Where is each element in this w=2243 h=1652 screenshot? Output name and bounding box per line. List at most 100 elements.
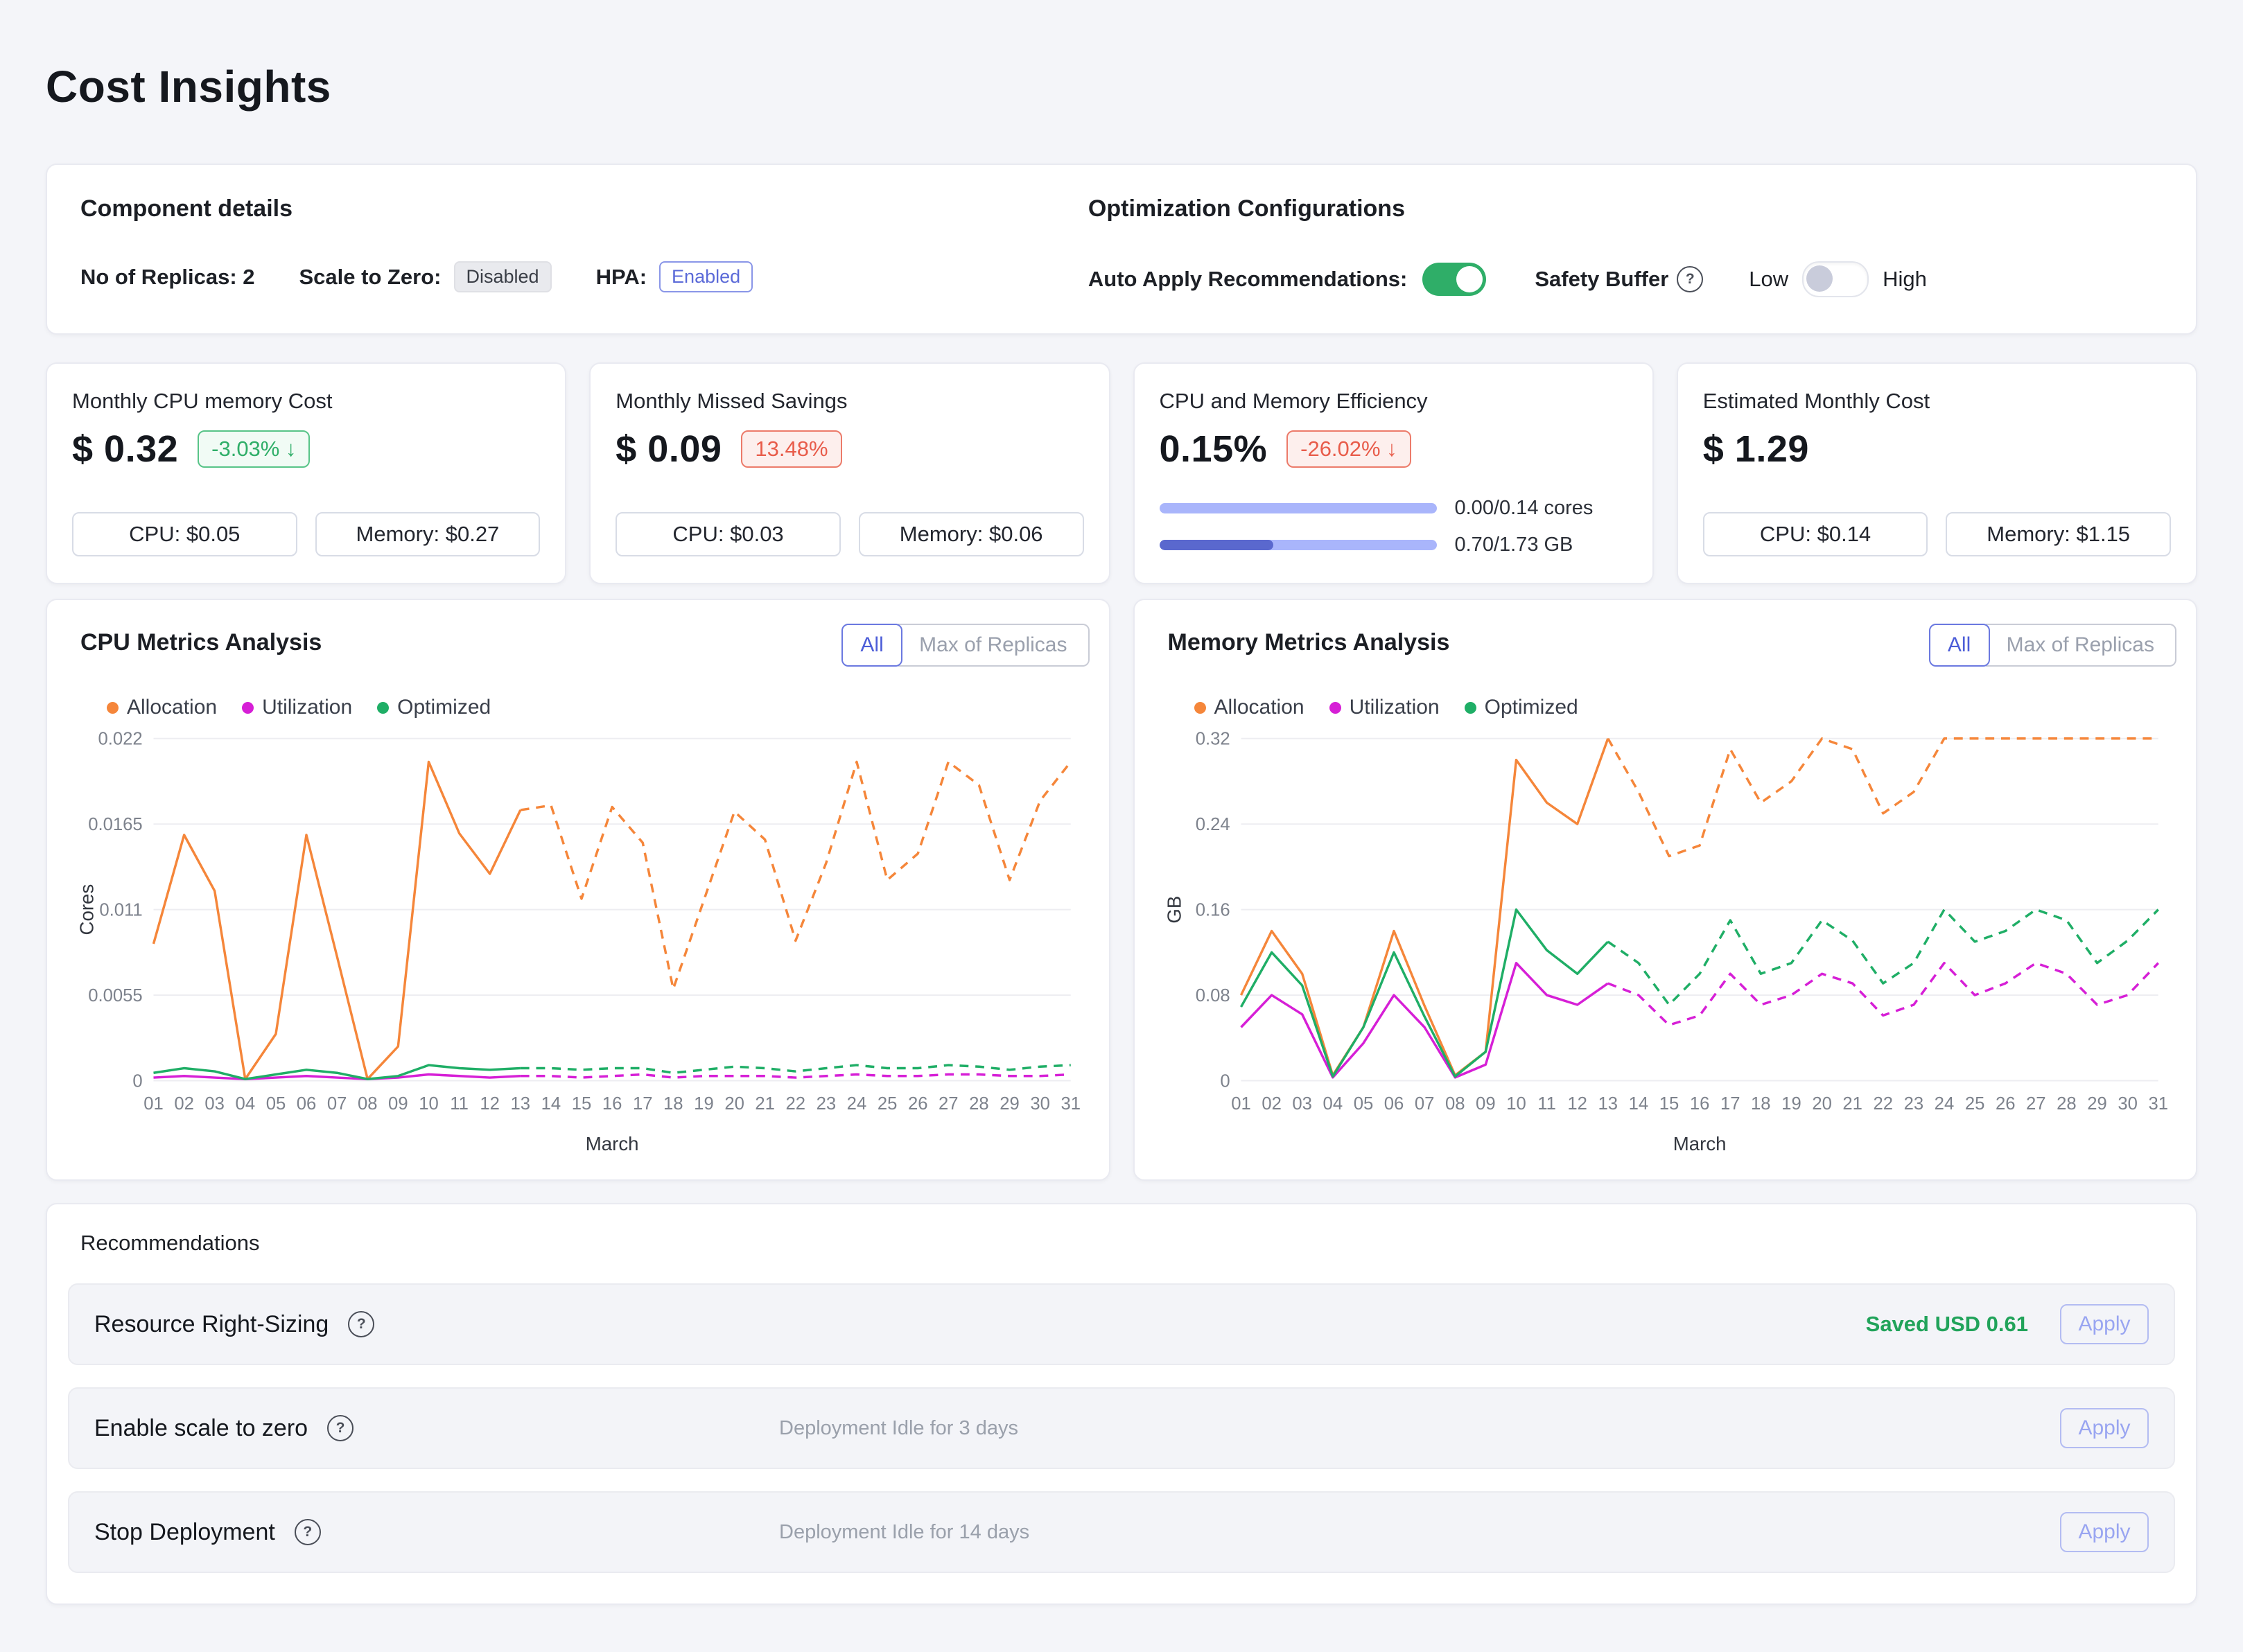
svg-text:10: 10 xyxy=(1506,1094,1526,1114)
svg-text:March: March xyxy=(586,1133,639,1154)
recommendation-row-stop-deployment: Stop Deployment ? Deployment Idle for 14… xyxy=(68,1491,2175,1573)
svg-text:23: 23 xyxy=(817,1094,837,1114)
svg-text:28: 28 xyxy=(2057,1094,2077,1114)
svg-text:0.0165: 0.0165 xyxy=(88,815,142,834)
svg-text:13: 13 xyxy=(1598,1094,1618,1114)
value-row: 0.15% -26.02% ↓ xyxy=(1160,428,1627,471)
safety-buffer-label: Safety Buffer xyxy=(1535,267,1668,292)
page-title: Cost Insights xyxy=(46,61,2197,112)
chart-header: Memory Metrics Analysis All Max of Repli… xyxy=(1154,624,2177,667)
apply-button[interactable]: Apply xyxy=(2060,1304,2149,1344)
svg-text:21: 21 xyxy=(1842,1094,1862,1114)
svg-text:01: 01 xyxy=(143,1094,164,1114)
split-row: CPU: $0.14 Memory: $1.15 xyxy=(1703,512,2171,556)
apply-button[interactable]: Apply xyxy=(2060,1408,2149,1448)
svg-text:31: 31 xyxy=(2148,1094,2168,1114)
svg-text:14: 14 xyxy=(541,1094,561,1114)
legend-label: Optimized xyxy=(397,696,491,719)
help-icon[interactable]: ? xyxy=(348,1311,374,1337)
split-row: CPU: $0.03 Memory: $0.06 xyxy=(616,512,1083,556)
svg-text:12: 12 xyxy=(1567,1094,1587,1114)
savings-value: $ 0.09 xyxy=(616,428,722,471)
trend-badge: -3.03% ↓ xyxy=(198,430,310,468)
svg-text:22: 22 xyxy=(1873,1094,1893,1114)
hpa-label: HPA: xyxy=(596,265,647,290)
svg-text:16: 16 xyxy=(1689,1094,1709,1114)
rec-title: Resource Right-Sizing xyxy=(94,1311,329,1338)
scale-to-zero-badge: Disabled xyxy=(454,261,552,292)
svg-text:07: 07 xyxy=(327,1094,347,1114)
chart-legend: Allocation Utilization Optimized xyxy=(1194,696,2177,719)
tab-all[interactable]: All xyxy=(1929,624,1990,667)
memory-chart-view-toggle: All Max of Replicas xyxy=(1929,624,2176,667)
svg-text:20: 20 xyxy=(1812,1094,1832,1114)
tab-max-of-replicas[interactable]: Max of Replicas xyxy=(898,624,1089,667)
estimated-cost-value: $ 1.29 xyxy=(1703,428,1809,471)
apply-button[interactable]: Apply xyxy=(2060,1512,2149,1552)
memory-cost-box: Memory: $0.27 xyxy=(315,512,541,556)
high-label: High xyxy=(1883,267,1927,292)
svg-text:07: 07 xyxy=(1414,1094,1434,1114)
legend-optimized: Optimized xyxy=(1465,696,1578,719)
gb-progress-fill xyxy=(1160,540,1273,550)
svg-text:11: 11 xyxy=(1537,1094,1556,1114)
memory-metrics-card: Memory Metrics Analysis All Max of Repli… xyxy=(1133,599,2198,1181)
gb-progress-bar xyxy=(1160,540,1437,550)
safety-buffer-group: Safety Buffer ? xyxy=(1535,266,1703,292)
card-title: Estimated Monthly Cost xyxy=(1703,389,2171,414)
component-details-row: No of Replicas: 2 Scale to Zero: Disable… xyxy=(80,261,1080,292)
svg-text:22: 22 xyxy=(786,1094,806,1114)
cores-bar-row: 0.00/0.14 cores xyxy=(1160,497,1627,520)
svg-text:30: 30 xyxy=(2118,1094,2138,1114)
svg-text:17: 17 xyxy=(1720,1094,1740,1114)
svg-text:26: 26 xyxy=(1995,1094,2015,1114)
utilization-dot-icon xyxy=(1329,702,1341,714)
svg-text:03: 03 xyxy=(204,1094,225,1114)
svg-text:25: 25 xyxy=(1964,1094,1984,1114)
svg-text:18: 18 xyxy=(1751,1094,1771,1114)
details-config-card: Component details No of Replicas: 2 Scal… xyxy=(46,164,2197,335)
cpu-cost-box: CPU: $0.05 xyxy=(72,512,297,556)
legend-utilization: Utilization xyxy=(1329,696,1440,719)
estimated-monthly-cost-card: Estimated Monthly Cost $ 1.29 CPU: $0.14… xyxy=(1677,362,2197,584)
svg-text:0.022: 0.022 xyxy=(98,730,142,749)
svg-text:16: 16 xyxy=(602,1094,622,1114)
efficiency-bars: 0.00/0.14 cores 0.70/1.73 GB xyxy=(1160,497,1627,556)
svg-text:24: 24 xyxy=(1934,1094,1954,1114)
rec-right: Apply xyxy=(2028,1512,2149,1552)
monthly-missed-savings-card: Monthly Missed Savings $ 0.09 13.48% CPU… xyxy=(589,362,1110,584)
gb-bar-row: 0.70/1.73 GB xyxy=(1160,534,1627,556)
value-row: $ 0.32 -3.03% ↓ xyxy=(72,428,540,471)
recommendation-row-resource-right-sizing: Resource Right-Sizing ? Saved USD 0.61 A… xyxy=(68,1283,2175,1365)
monthly-cpu-memory-cost-card: Monthly CPU memory Cost $ 0.32 -3.03% ↓ … xyxy=(46,362,566,584)
svg-text:0.16: 0.16 xyxy=(1195,901,1230,920)
safety-buffer-toggle[interactable] xyxy=(1802,261,1869,297)
value-row: $ 0.09 13.48% xyxy=(616,428,1083,471)
svg-text:25: 25 xyxy=(878,1094,898,1114)
tab-all[interactable]: All xyxy=(841,624,902,667)
recommendation-row-enable-scale-to-zero: Enable scale to zero ? Deployment Idle f… xyxy=(68,1387,2175,1469)
help-icon[interactable]: ? xyxy=(1677,266,1703,292)
svg-text:21: 21 xyxy=(755,1094,775,1114)
component-details-heading: Component details xyxy=(80,195,1080,222)
svg-text:24: 24 xyxy=(847,1094,867,1114)
legend-label: Allocation xyxy=(1214,696,1304,719)
auto-apply-toggle[interactable] xyxy=(1422,263,1486,296)
optimization-config-heading: Optimization Configurations xyxy=(1088,195,2163,222)
card-title: Monthly CPU memory Cost xyxy=(72,389,540,414)
svg-text:02: 02 xyxy=(174,1094,194,1114)
svg-text:14: 14 xyxy=(1628,1094,1648,1114)
svg-text:0.08: 0.08 xyxy=(1195,986,1230,1005)
legend-label: Utilization xyxy=(262,696,352,719)
svg-text:0.011: 0.011 xyxy=(99,901,142,920)
replicas-count: No of Replicas: 2 xyxy=(80,265,255,290)
rec-title-wrap: Stop Deployment ? xyxy=(94,1519,779,1546)
cpu-cost-box: CPU: $0.14 xyxy=(1703,512,1928,556)
help-icon[interactable]: ? xyxy=(295,1519,321,1545)
efficiency-value: 0.15% xyxy=(1160,428,1268,471)
legend-utilization: Utilization xyxy=(242,696,352,719)
optimization-config-row: Auto Apply Recommendations: Safety Buffe… xyxy=(1088,261,2163,297)
tab-max-of-replicas[interactable]: Max of Replicas xyxy=(1986,624,2176,667)
help-icon[interactable]: ? xyxy=(327,1415,354,1441)
cpu-chart-view-toggle: All Max of Replicas xyxy=(841,624,1089,667)
